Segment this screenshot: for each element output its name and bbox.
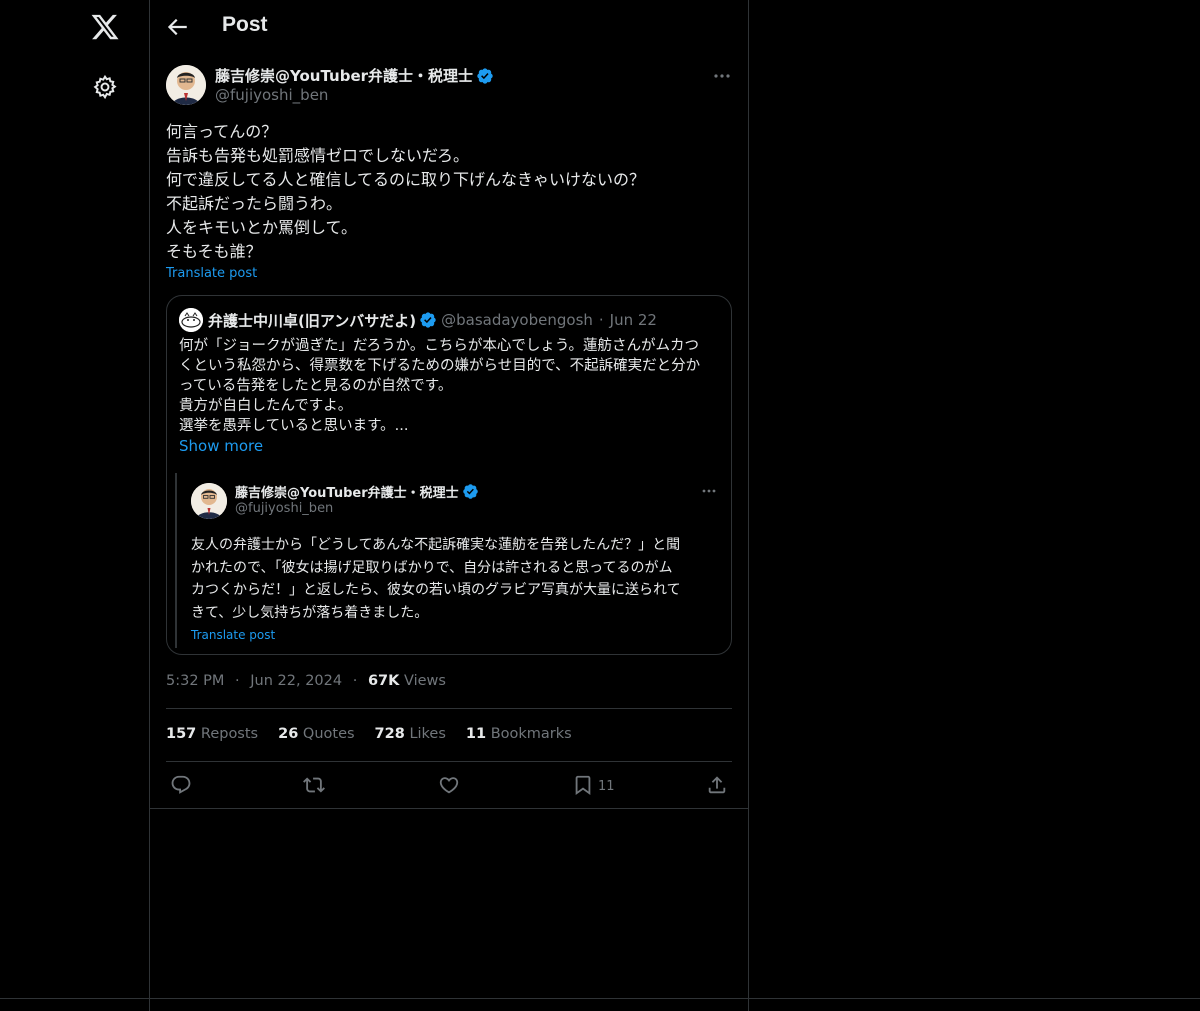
quote-text-line: っている告発をしたと見るのが自然です。	[179, 378, 453, 394]
post-meta: 5:32 PM · Jun 22, 2024 · 67K Views	[166, 673, 446, 689]
verified-badge-icon	[419, 311, 437, 329]
stat-number: 728	[374, 726, 405, 742]
stat-likes[interactable]: 728 Likes	[375, 726, 446, 742]
stat-number: 11	[465, 726, 487, 742]
heart-icon[interactable]	[438, 774, 462, 798]
embedded-text-line: カつくからだ！」と返したら、彼女の若い頃のグラビア写真が大量に送られて	[191, 582, 681, 598]
action-bar: 11	[166, 771, 732, 801]
author-handle[interactable]: @fujiyoshi_ben	[215, 86, 328, 104]
embedded-text-line: きて、少し気持ちが落ち着きました。	[191, 604, 429, 621]
avatar[interactable]	[166, 65, 206, 105]
divider	[166, 761, 732, 762]
separator-dot: ·	[352, 673, 358, 689]
post-author: 藤吉修崇@YouTuber弁護士・税理士 @fujiyoshi_ben	[166, 64, 734, 108]
translate-post-link[interactable]: Translate post	[166, 266, 257, 281]
embedded-author-name: 藤吉修崇@YouTuber弁護士・税理士	[235, 486, 459, 501]
post-date[interactable]: Jun 22, 2024	[250, 673, 342, 689]
bookmark-icon[interactable]	[572, 774, 596, 798]
post-column: Post 藤吉修崇@YouTuber弁護士・税理士 @fujiyoshi_ben	[149, 0, 749, 1011]
stat-label: Reposts	[200, 726, 259, 742]
post-text-line: そもそも誰？	[166, 242, 262, 261]
repost-icon[interactable]	[303, 774, 327, 798]
embedded-screenshot: 藤吉修崇@YouTuber弁護士・税理士 @fujiyoshi_ben 友人の弁…	[175, 473, 731, 648]
stat-number: 26	[278, 726, 299, 742]
quote-date: Jun 22	[609, 311, 657, 329]
stat-number: 157	[166, 726, 197, 742]
views-count: 67K	[367, 673, 400, 689]
separator-dot: ·	[598, 311, 604, 329]
post-text-line: 人をキモいとか罵倒して。	[166, 218, 358, 237]
arrow-left-icon[interactable]	[164, 14, 190, 40]
post-text-line: 不起訴だったら闘うわ。	[166, 194, 343, 213]
reply-icon[interactable]	[170, 774, 194, 798]
quote-text-line: 選挙を愚弄していると思います。...	[179, 418, 409, 434]
divider	[166, 708, 732, 709]
quote-avatar	[179, 308, 203, 332]
stat-label: Likes	[409, 726, 446, 742]
divider	[0, 998, 1200, 999]
quote-author-name: 弁護士中川卓(旧アンバサだよ)	[208, 311, 417, 330]
quote-author-handle: @basadayobengosh	[441, 311, 593, 329]
left-nav	[0, 0, 149, 1011]
divider	[150, 808, 748, 809]
quote-text: 何が「ジョークが過ぎた」だろうか。こちらが本心でしょう。蓮舫さんがムカつ くとい…	[179, 336, 724, 436]
stat-label: Bookmarks	[490, 726, 572, 742]
gear-icon[interactable]	[92, 74, 118, 100]
post-stats: 157 Reposts 26 Quotes 728 Likes 11 Bookm…	[166, 726, 592, 742]
more-options-icon[interactable]	[710, 66, 734, 86]
quote-text-line: 何が「ジョークが過ぎた」だろうか。こちらが本心でしょう。蓮舫さんがムカつ	[179, 338, 699, 354]
stat-reposts[interactable]: 157 Reposts	[166, 726, 258, 742]
page-title: Post	[222, 13, 268, 36]
stat-quotes[interactable]: 26 Quotes	[278, 726, 354, 742]
embedded-text-line: 友人の弁護士から「どうしてあんな不起訴確実な蓮舫を告発したんだ？」と聞	[191, 537, 681, 553]
bookmark-count: 11	[598, 779, 615, 794]
separator-dot: ·	[235, 673, 240, 689]
post-text-line: 告訴も告発も処罰感情ゼロでしないだろ。	[166, 146, 470, 165]
embedded-author-handle: @fujiyoshi_ben	[235, 501, 334, 516]
verified-badge-icon	[462, 483, 480, 501]
embedded-text-line: かれたので、「彼女は揚げ足取りばかりで、自分は許されると思ってるのがム	[191, 559, 673, 576]
more-options-icon	[699, 483, 719, 499]
quote-text-line: くという私怨から、得票数を下げるための嫌がらせ目的で、不起訴確実だと分か	[179, 358, 701, 374]
stat-bookmarks[interactable]: 11 Bookmarks	[466, 726, 572, 742]
quote-text-line: 貴方が自白したんですよ。	[179, 398, 353, 414]
embedded-text: 友人の弁護士から「どうしてあんな不起訴確実な蓮舫を告発したんだ？」と聞 かれたの…	[191, 534, 731, 624]
share-icon[interactable]	[706, 774, 730, 798]
stat-label: Quotes	[302, 726, 355, 742]
verified-badge-icon	[476, 67, 494, 85]
embedded-translate-label: Translate post	[191, 628, 276, 642]
show-more-link[interactable]: Show more	[179, 437, 263, 455]
post-text: 何言ってんの？ 告訴も告発も処罰感情ゼロでしないだろ。 何で違反してる人と確信し…	[166, 120, 734, 264]
author-name[interactable]: 藤吉修崇@YouTuber弁護士・税理士	[215, 65, 473, 86]
quoted-post[interactable]: 弁護士中川卓(旧アンバサだよ) @basadayobengosh · Jun 2…	[166, 295, 732, 655]
post-time[interactable]: 5:32 PM	[166, 673, 224, 689]
post-text-line: 何で違反してる人と確信してるのに取り下げんなきゃいけないの？	[166, 170, 646, 189]
post-header: Post	[150, 0, 748, 54]
x-logo-icon[interactable]	[90, 12, 120, 42]
embedded-avatar	[191, 483, 227, 519]
views-label: Views	[403, 673, 446, 689]
post-text-line: 何言ってんの？	[166, 122, 278, 141]
